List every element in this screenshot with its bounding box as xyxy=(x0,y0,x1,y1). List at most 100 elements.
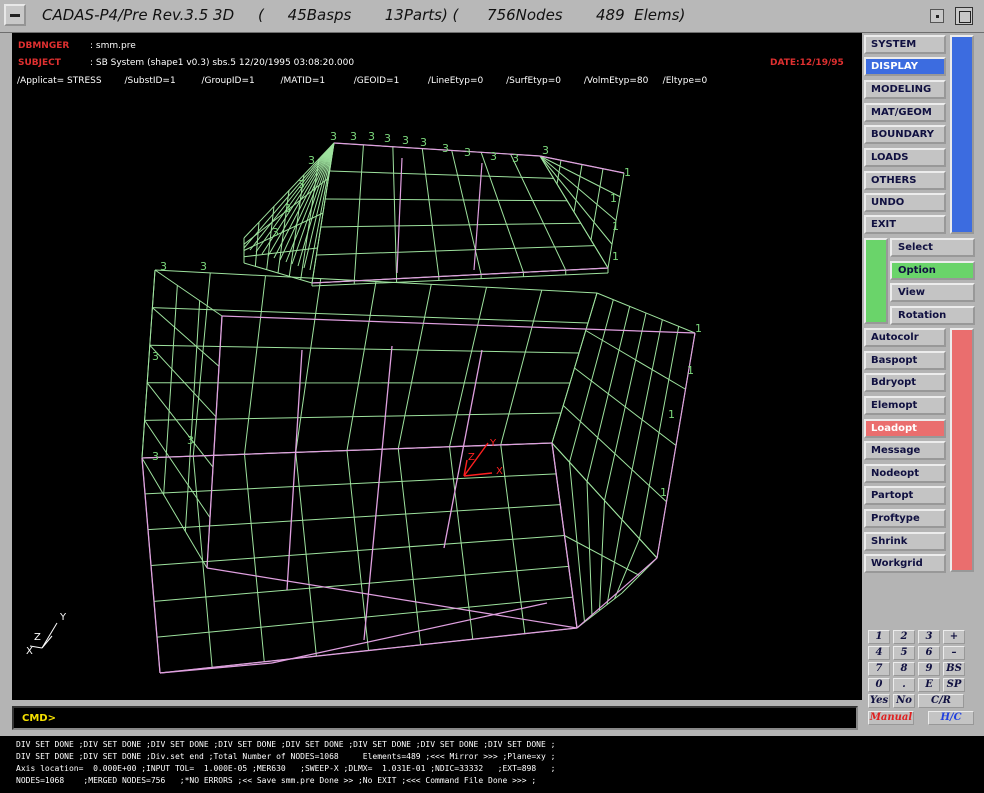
key-1[interactable]: 1 xyxy=(868,630,890,644)
minimize-button[interactable] xyxy=(930,9,944,23)
key-dot[interactable]: . xyxy=(893,678,915,692)
node-label: 3 xyxy=(464,146,471,159)
attribute-line: /Applicat= STRESS /SubstID=1 /GroupID=1 … xyxy=(17,76,708,86)
load-axis-label: Z xyxy=(468,452,475,463)
key-0[interactable]: 0 xyxy=(868,678,890,692)
key-8[interactable]: 8 xyxy=(893,662,915,676)
command-prompt: CMD> xyxy=(22,713,56,724)
maximize-button[interactable] xyxy=(955,7,973,25)
opt-nodeopt-button[interactable]: Nodeopt xyxy=(864,464,946,483)
mesh-line xyxy=(316,245,595,256)
sub-view-button[interactable]: View xyxy=(890,283,975,302)
mesh-line xyxy=(184,300,201,532)
key-space[interactable]: SP xyxy=(943,678,965,692)
key-minus[interactable]: – xyxy=(943,646,965,660)
opt-loadopt-button[interactable]: Loadopt xyxy=(864,419,946,438)
opt-proftype-button[interactable]: Proftype xyxy=(864,509,946,528)
menu-loads-button[interactable]: LOADS xyxy=(864,148,946,167)
mesh-line xyxy=(150,535,565,566)
node-label: 3 xyxy=(490,150,497,163)
window-title: CADAS-P4/Pre Rev.3.5 3D ( 45Basps 13Part… xyxy=(42,6,686,24)
node-label: 1 xyxy=(687,364,694,377)
sub-rotation-button[interactable]: Rotation xyxy=(890,306,975,325)
opt-shrink-button[interactable]: Shrink xyxy=(864,532,946,551)
key-2[interactable]: 2 xyxy=(893,630,915,644)
node-label: 3 xyxy=(187,434,194,447)
node-label: 1 xyxy=(668,408,675,421)
sub-option-button[interactable]: Option xyxy=(890,261,975,280)
mesh-line xyxy=(564,535,640,576)
key-e[interactable]: E xyxy=(918,678,940,692)
node-label: 3 xyxy=(442,142,449,155)
menu-others-button[interactable]: OTHERS xyxy=(864,171,946,190)
mesh-line xyxy=(596,292,696,334)
key-4[interactable]: 4 xyxy=(868,646,890,660)
window-menu-button[interactable] xyxy=(4,4,26,26)
console-line: NODES=1068 ;MERGED NODES=756 ;*NO ERRORS… xyxy=(16,776,537,785)
mesh-line xyxy=(539,155,625,174)
mesh-line xyxy=(346,281,377,451)
sub-select-button[interactable]: Select xyxy=(890,238,975,257)
console-line: DIV SET DONE ;DIV SET DONE ;Div.set end … xyxy=(16,752,556,761)
node-label: 3 xyxy=(160,260,167,273)
mesh-line xyxy=(141,457,208,569)
menu-system-button[interactable]: SYSTEM xyxy=(864,35,946,54)
opt-baspopt-button[interactable]: Baspopt xyxy=(864,351,946,370)
dbmnger-label: DBMNGER xyxy=(18,41,70,51)
node-label: 1 xyxy=(695,322,702,335)
mesh-line xyxy=(311,267,609,284)
load-axis-label: X xyxy=(496,466,503,477)
mesh-line xyxy=(149,344,217,418)
mesh-line xyxy=(333,142,541,157)
opt-partopt-button[interactable]: Partopt xyxy=(864,486,946,505)
date-label: DATE:12/19/95 xyxy=(770,58,844,68)
mesh-line xyxy=(500,289,543,446)
mesh-line xyxy=(144,473,557,495)
menu-matgeom-button[interactable]: MAT/GEOM xyxy=(864,103,946,122)
model-viewport[interactable]: 3333333333333333333311111111YZXYZX xyxy=(12,88,862,700)
mesh-line xyxy=(473,162,483,271)
key-backspace[interactable]: BS xyxy=(943,662,965,676)
key-6[interactable]: 6 xyxy=(918,646,940,660)
node-label: 3 xyxy=(152,450,159,463)
mesh-line xyxy=(576,557,658,629)
key-plus[interactable]: + xyxy=(943,630,965,644)
mesh-line xyxy=(510,153,567,271)
mesh-line xyxy=(154,269,598,294)
menu-modeling-button[interactable]: MODELING xyxy=(864,80,946,99)
menu-display-button[interactable]: DISPLAY xyxy=(864,57,946,76)
subject-label: SUBJECT xyxy=(18,58,61,68)
opt-bdryopt-button[interactable]: Bdryopt xyxy=(864,373,946,392)
triad-axis-label: Z xyxy=(34,632,41,643)
menu-undo-button[interactable]: UNDO xyxy=(864,193,946,212)
key-9[interactable]: 9 xyxy=(918,662,940,676)
key-3[interactable]: 3 xyxy=(918,630,940,644)
node-label: 3 xyxy=(308,154,315,167)
mesh-line xyxy=(159,627,578,674)
mesh-line xyxy=(41,622,58,649)
mesh-line xyxy=(421,148,440,277)
key-yes[interactable]: Yes xyxy=(868,694,890,708)
key-7[interactable]: 7 xyxy=(868,662,890,676)
hc-button[interactable]: H/C xyxy=(928,711,974,725)
manual-button[interactable]: Manual xyxy=(868,711,914,725)
opt-elemopt-button[interactable]: Elemopt xyxy=(864,396,946,415)
opt-autocolr-button[interactable]: Autocolr xyxy=(864,328,946,347)
menu-boundary-button[interactable]: BOUNDARY xyxy=(864,125,946,144)
title-bar: CADAS-P4/Pre Rev.3.5 3D ( 45Basps 13Part… xyxy=(0,0,984,33)
mesh-line xyxy=(159,662,273,674)
menu-exit-button[interactable]: EXIT xyxy=(864,215,946,234)
node-label: 1 xyxy=(660,486,667,499)
key-5[interactable]: 5 xyxy=(893,646,915,660)
key-carriage-return[interactable]: C/R xyxy=(918,694,964,708)
mesh-line xyxy=(153,565,569,602)
mesh-line xyxy=(392,146,398,279)
opt-message-button[interactable]: Message xyxy=(864,441,946,460)
opt-workgrid-button[interactable]: Workgrid xyxy=(864,554,946,573)
command-input[interactable] xyxy=(60,710,854,728)
mesh-line xyxy=(353,144,364,281)
mesh-line xyxy=(539,155,613,245)
key-no[interactable]: No xyxy=(893,694,915,708)
node-label: 3 xyxy=(384,132,391,145)
node-label: 3 xyxy=(350,130,357,143)
